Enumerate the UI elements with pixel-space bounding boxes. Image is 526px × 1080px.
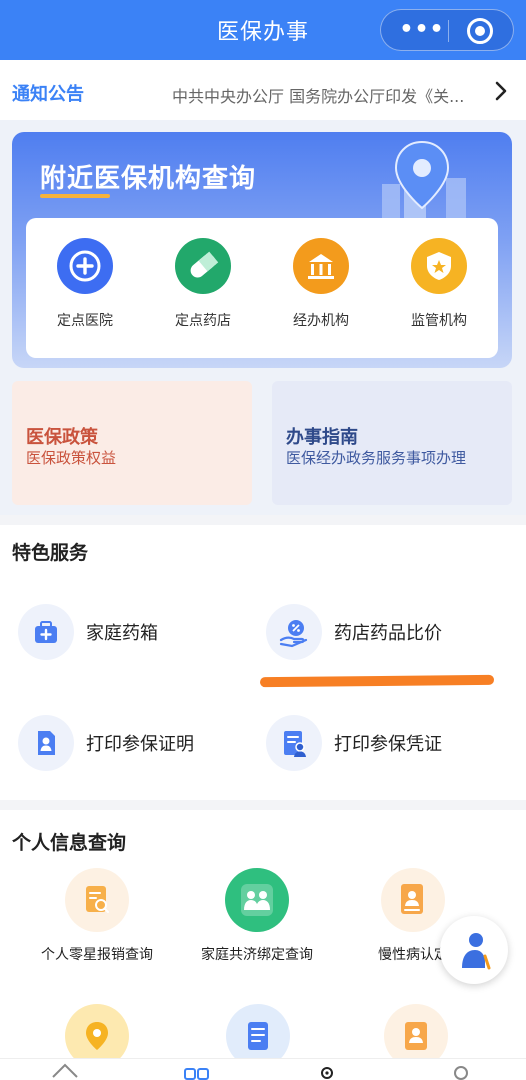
nearby-title: 附近医保机构查询 bbox=[40, 164, 257, 194]
price-compare-icon bbox=[266, 604, 322, 660]
facility-label: 监管机构 bbox=[411, 313, 467, 329]
service-print-certificate[interactable]: 打印参保证明 bbox=[18, 715, 238, 771]
print-voucher-icon bbox=[266, 715, 322, 771]
facility-type-panel: 定点医院 定点药店 经办机构 监管机构 bbox=[26, 218, 498, 358]
featured-section-title: 特色服务 bbox=[12, 542, 89, 564]
service-label: 打印参保凭证 bbox=[334, 734, 442, 755]
hospital-plus-icon bbox=[57, 238, 113, 294]
guide-subtitle: 医保经办政务服务事项办理 bbox=[286, 449, 467, 467]
facility-agency[interactable]: 经办机构 bbox=[262, 238, 380, 348]
highlight-underline bbox=[259, 674, 495, 688]
home-icon[interactable] bbox=[50, 1061, 80, 1080]
query-label: 个人零星报销查询 bbox=[41, 947, 153, 963]
shield-star-icon bbox=[411, 238, 467, 294]
query-family-binding[interactable]: 家庭共济绑定查询 bbox=[182, 868, 332, 964]
service-family-medicine-box[interactable]: 家庭药箱 bbox=[18, 604, 238, 660]
facility-regulator[interactable]: 监管机构 bbox=[380, 238, 498, 348]
customer-service-button[interactable] bbox=[440, 916, 508, 984]
profile-icon[interactable] bbox=[446, 1061, 476, 1080]
elderly-person-icon bbox=[462, 933, 491, 970]
family-icon bbox=[225, 868, 289, 932]
bank-icon bbox=[293, 238, 349, 294]
facility-label: 定点药店 bbox=[175, 313, 231, 329]
service-label: 家庭药箱 bbox=[86, 623, 158, 644]
policy-title: 医保政策 bbox=[26, 427, 98, 448]
print-certificate-icon bbox=[18, 715, 74, 771]
chevron-right-icon[interactable] bbox=[494, 80, 508, 107]
guide-title: 办事指南 bbox=[286, 427, 358, 448]
target-icon[interactable] bbox=[467, 18, 493, 44]
policy-subtitle: 医保政策权益 bbox=[26, 449, 117, 467]
location-tab-icon[interactable] bbox=[312, 1061, 342, 1080]
service-label: 打印参保证明 bbox=[86, 734, 194, 755]
chronic-disease-icon bbox=[381, 868, 445, 932]
query-label: 家庭共济绑定查询 bbox=[201, 947, 313, 963]
facility-pharmacy[interactable]: 定点药店 bbox=[144, 238, 262, 348]
capsule-divider bbox=[448, 20, 449, 42]
section-divider bbox=[0, 800, 526, 810]
services-grid-icon[interactable] bbox=[182, 1061, 212, 1080]
facility-label: 定点医院 bbox=[57, 313, 113, 329]
policy-tile[interactable]: 医保政策 医保政策权益 bbox=[12, 381, 252, 505]
pill-icon bbox=[175, 238, 231, 294]
facility-label: 经办机构 bbox=[293, 313, 349, 329]
bottom-tab-bar bbox=[0, 1058, 526, 1080]
nearby-institutions-card: 附近医保机构查询 定点医院 定点药店 经办机构 监管机构 bbox=[12, 132, 512, 368]
service-price-compare[interactable]: 药店药品比价 bbox=[266, 604, 506, 660]
personal-section-title: 个人信息查询 bbox=[12, 832, 127, 854]
section-divider bbox=[0, 515, 526, 525]
mini-program-capsule: ••• bbox=[380, 9, 514, 51]
top-bar: 医保办事 ••• bbox=[0, 0, 526, 60]
notice-tag: 通知公告 bbox=[12, 84, 84, 105]
title-underline bbox=[40, 194, 110, 198]
service-label: 药店药品比价 bbox=[334, 623, 442, 644]
query-personal-reimbursement[interactable]: 个人零星报销查询 bbox=[22, 868, 172, 964]
facility-hospital[interactable]: 定点医院 bbox=[26, 238, 144, 348]
more-dots-icon[interactable]: ••• bbox=[399, 18, 445, 42]
notice-bar[interactable]: 通知公告 中共中央办公厅 国务院办公厅印发《关... bbox=[0, 60, 526, 120]
notice-text[interactable]: 中共中央办公厅 国务院办公厅印发《关... bbox=[172, 83, 482, 107]
service-print-voucher[interactable]: 打印参保凭证 bbox=[266, 715, 506, 771]
guide-tile[interactable]: 办事指南 医保经办政务服务事项办理 bbox=[272, 381, 512, 505]
medicine-box-icon bbox=[18, 604, 74, 660]
reimbursement-search-icon bbox=[65, 868, 129, 932]
